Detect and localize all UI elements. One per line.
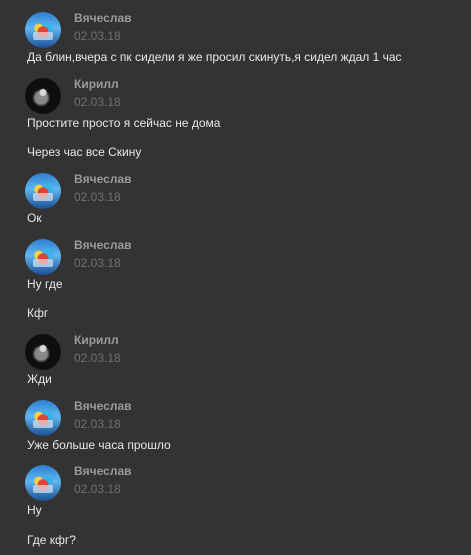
author-name[interactable]: Вячеслав <box>74 238 132 252</box>
user-avatar[interactable] <box>25 173 61 209</box>
author-name[interactable]: Вячеслав <box>74 172 132 186</box>
message-date: 02.03.18 <box>74 256 121 270</box>
message-text: Кфг <box>27 306 49 320</box>
message-date: 02.03.18 <box>74 482 121 496</box>
author-name[interactable]: Вячеслав <box>74 399 132 413</box>
message-date: 02.03.18 <box>74 95 121 109</box>
user-avatar[interactable] <box>25 12 61 48</box>
message-date: 02.03.18 <box>74 190 121 204</box>
message-text: Уже больше часа прошло <box>27 438 171 452</box>
message-date: 02.03.18 <box>74 417 121 431</box>
author-name[interactable]: Вячеслав <box>74 464 132 478</box>
user-avatar[interactable] <box>25 465 61 501</box>
message-text: Ок <box>27 211 42 225</box>
user-avatar[interactable] <box>25 239 61 275</box>
message-text: Да блин,вчера с пк сидели я же просил ск… <box>27 50 402 64</box>
user-avatar[interactable] <box>25 400 61 436</box>
message-date: 02.03.18 <box>74 29 121 43</box>
user-avatar[interactable] <box>25 334 61 370</box>
user-avatar[interactable] <box>25 78 61 114</box>
chat-history: Вячеслав 02.03.18 Да блин,вчера с пк сид… <box>0 0 471 555</box>
message-text: Жди <box>27 372 52 386</box>
message-text: Ну где <box>27 277 63 291</box>
message-text: Ну <box>27 503 42 517</box>
author-name[interactable]: Вячеслав <box>74 11 132 25</box>
message-text: Простите просто я сейчас не дома <box>27 116 221 130</box>
message-date: 02.03.18 <box>74 351 121 365</box>
author-name[interactable]: Кирилл <box>74 77 119 91</box>
author-name[interactable]: Кирилл <box>74 333 119 347</box>
message-text: Где кфг? <box>27 533 76 547</box>
message-text: Через час все Скину <box>27 145 142 159</box>
